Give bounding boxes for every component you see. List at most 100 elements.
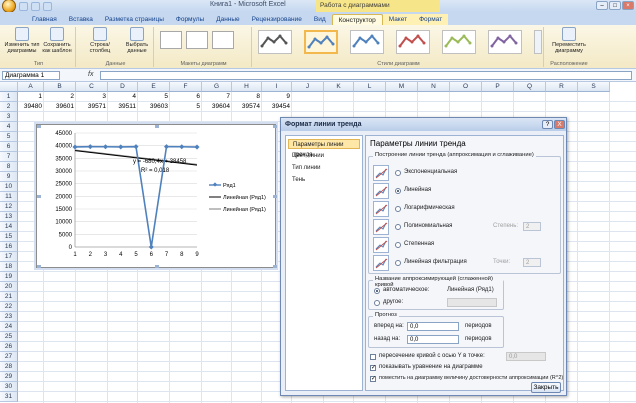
row-header-6[interactable]: 6 [0,142,18,152]
row-header-4[interactable]: 4 [0,122,18,132]
cell-H2[interactable]: 39574 [232,102,262,112]
chart-resize-handle[interactable] [155,125,159,128]
row-header-31[interactable]: 31 [0,392,18,402]
undo-icon[interactable] [31,1,40,11]
tab-layout[interactable]: Макет [382,14,414,25]
column-header-L[interactable]: L [354,82,386,92]
data-point-3[interactable] [102,144,109,150]
help-button[interactable]: ? [542,120,553,129]
column-header-I[interactable]: I [262,82,292,92]
chart-resize-handle[interactable] [273,195,277,198]
row-header-21[interactable]: 21 [0,292,18,302]
row-header-28[interactable]: 28 [0,362,18,372]
trend-radio[interactable] [395,224,401,230]
column-header-B[interactable]: B [44,82,76,92]
name-box[interactable]: Диаграмма 1 [2,71,60,80]
column-header-M[interactable]: M [386,82,418,92]
row-header-12[interactable]: 12 [0,202,18,212]
save-icon[interactable] [19,1,28,11]
cell-G1[interactable]: 7 [202,92,232,102]
column-header-D[interactable]: D [108,82,138,92]
column-header-P[interactable]: P [482,82,514,92]
select-data-button[interactable]: Выбрать данные [122,27,152,54]
data-point-5[interactable] [133,144,139,150]
row-header-22[interactable]: 22 [0,302,18,312]
trend-option-5[interactable]: Линейная фильтрация Точки: 2 [373,255,553,271]
cell-I2[interactable]: 39454 [262,102,292,112]
show-r2-checkbox[interactable]: ✓ [370,376,376,382]
row-header-14[interactable]: 14 [0,222,18,232]
column-header-G[interactable]: G [202,82,232,92]
nav-shadow[interactable]: Тень [288,175,360,185]
name-other-radio[interactable] [374,300,380,306]
trend-radio[interactable] [395,206,401,212]
row-header-27[interactable]: 27 [0,352,18,362]
chart-resize-handle[interactable] [37,125,41,128]
data-point-9[interactable] [194,144,200,150]
line-chart[interactable]: 4500040000350003000025000200001500010000… [37,125,277,269]
dialog-close-button[interactable]: X [554,120,565,129]
data-point-8[interactable] [179,144,185,150]
cell-C2[interactable]: 39571 [76,102,108,112]
chart-style-4[interactable] [396,30,430,54]
trend-radio[interactable] [395,170,401,176]
chart-resize-handle[interactable] [37,195,41,198]
name-other-input[interactable] [447,298,497,307]
redo-icon[interactable] [43,1,52,11]
row-header-23[interactable]: 23 [0,312,18,322]
layout-thumb-3[interactable] [212,31,234,49]
row-header-15[interactable]: 15 [0,232,18,242]
tab-insert[interactable]: Вставка [63,14,99,25]
column-header-S[interactable]: S [578,82,610,92]
tab-home[interactable]: Главная [26,14,63,25]
move-chart-button[interactable]: Переместить диаграмму [548,27,590,54]
row-header-29[interactable]: 29 [0,372,18,382]
trend-option-1[interactable]: Линейная [373,183,553,199]
intercept-input[interactable]: 0,0 [506,352,546,361]
column-header-N[interactable]: N [418,82,450,92]
nav-line-style[interactable]: Тип линии [288,163,360,173]
data-point-4[interactable] [118,144,124,150]
show-equation-checkbox[interactable]: ✓ [370,365,376,371]
cell-G2[interactable]: 39604 [202,102,232,112]
maximize-icon[interactable]: □ [609,1,621,10]
row-header-9[interactable]: 9 [0,172,18,182]
layout-thumb-2[interactable] [186,31,208,49]
switch-row-column-button[interactable]: Строка/столбец [80,27,120,54]
tab-design[interactable]: Конструктор [331,14,383,25]
column-header-O[interactable]: O [450,82,482,92]
chart-resize-handle[interactable] [155,265,159,268]
styles-more-button[interactable] [534,30,542,54]
row-header-18[interactable]: 18 [0,262,18,272]
chart-resize-handle[interactable] [273,265,277,268]
column-header-C[interactable]: C [76,82,108,92]
trend-equation-label[interactable]: y = -680,4x + 38458 [133,159,187,165]
minimize-icon[interactable]: – [596,1,608,10]
cell-C1[interactable]: 3 [76,92,108,102]
data-point-6[interactable] [148,244,154,250]
cell-D2[interactable]: 39511 [108,102,138,112]
layout-thumb-1[interactable] [160,31,182,49]
data-point-2[interactable] [87,144,93,150]
column-header-R[interactable]: R [546,82,578,92]
cell-B2[interactable]: 39601 [44,102,76,112]
close-button[interactable]: Закрыть [531,382,561,393]
change-chart-type-button[interactable]: Изменить тип диаграммы [4,27,40,54]
row-header-1[interactable]: 1 [0,92,18,102]
row-header-2[interactable]: 2 [0,102,18,112]
formula-input[interactable] [100,71,632,80]
chart-style-3[interactable] [350,30,384,54]
cell-E1[interactable]: 5 [138,92,170,102]
cell-B1[interactable]: 2 [44,92,76,102]
trend-extra-spinner[interactable]: 2 [523,222,541,231]
row-header-16[interactable]: 16 [0,242,18,252]
row-header-17[interactable]: 17 [0,252,18,262]
trend-option-4[interactable]: Степенная [373,237,553,253]
trend-radio[interactable] [395,188,401,194]
row-header-19[interactable]: 19 [0,272,18,282]
tab-formulas[interactable]: Формулы [170,14,210,25]
cell-F2[interactable]: 5 [170,102,202,112]
trend-option-0[interactable]: Экспоненциальная [373,165,553,181]
chart-style-5[interactable] [442,30,476,54]
trend-option-3[interactable]: Полиномиальная Степень: 2 [373,219,553,235]
